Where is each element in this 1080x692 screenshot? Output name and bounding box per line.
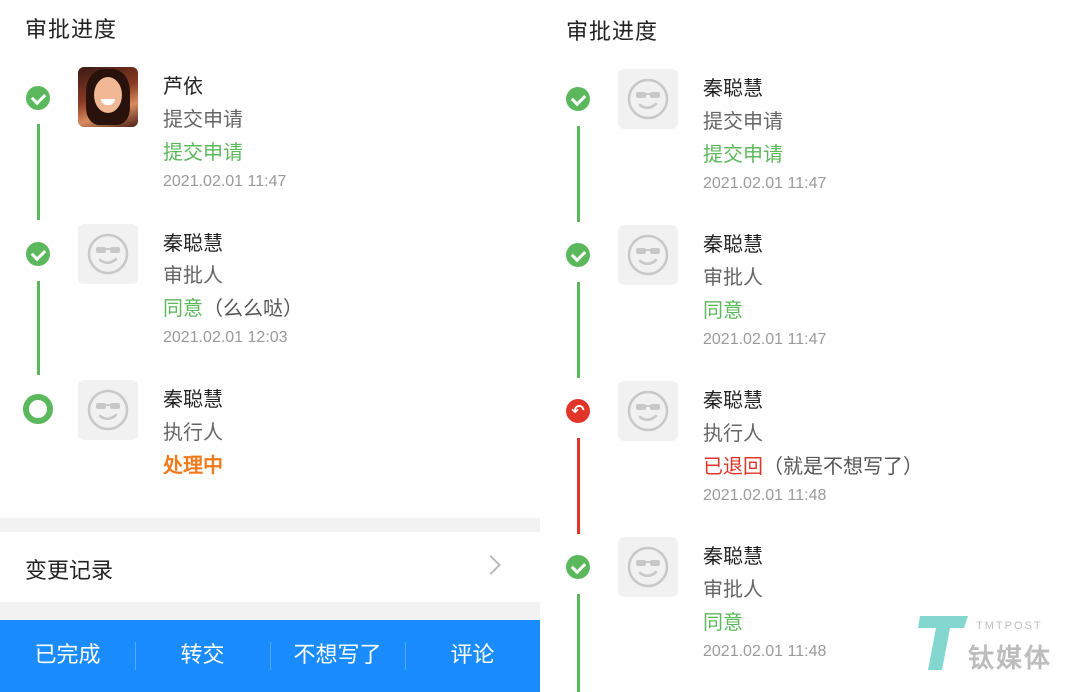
step-name: 秦聪慧 — [703, 388, 763, 412]
timeline-connector — [577, 126, 580, 222]
tmtpost-logo-icon — [918, 616, 968, 670]
step-name: 秦聪慧 — [703, 232, 763, 256]
smiley-sunglasses-icon — [627, 546, 669, 588]
step-time: 2021.02.01 11:48 — [703, 643, 827, 660]
smiley-sunglasses-icon — [627, 390, 669, 432]
step-name: 秦聪慧 — [703, 544, 763, 568]
step-role: 执行人 — [703, 421, 763, 445]
status-note: （就是不想写了） — [763, 454, 923, 478]
step-time: 2021.02.01 11:47 — [703, 175, 827, 192]
step-status: 已退回（就是不想写了） — [703, 450, 923, 479]
status-label: 已退回 — [703, 454, 763, 478]
step-status: 同意 — [703, 610, 743, 634]
avatar[interactable] — [618, 69, 678, 129]
step-name: 秦聪慧 — [703, 76, 763, 100]
watermark-brand: TMTPOST — [976, 620, 1043, 632]
step-role: 提交申请 — [703, 109, 783, 133]
step-done-check-icon — [566, 555, 590, 579]
timeline-connector — [577, 594, 580, 692]
avatar[interactable] — [618, 225, 678, 285]
step-role: 审批人 — [703, 265, 763, 289]
timeline-connector — [577, 282, 580, 378]
smiley-sunglasses-icon — [627, 78, 669, 120]
step-time: 2021.02.01 11:48 — [703, 487, 827, 504]
step-done-check-icon — [566, 87, 590, 111]
step-done-check-icon — [566, 243, 590, 267]
watermark-text: 钛媒体 — [968, 644, 1053, 674]
step-status: 同意 — [703, 298, 743, 322]
smiley-sunglasses-icon — [627, 234, 669, 276]
avatar[interactable] — [618, 537, 678, 597]
avatar[interactable] — [618, 381, 678, 441]
timeline-connector — [577, 438, 580, 534]
step-time: 2021.02.01 11:47 — [703, 331, 827, 348]
step-returned-undo-arrow-icon: ↶ — [566, 399, 590, 423]
step-role: 审批人 — [703, 577, 763, 601]
step-status: 提交申请 — [703, 142, 783, 166]
tmtpost-watermark: TMTPOST 钛媒体 — [916, 612, 1066, 676]
